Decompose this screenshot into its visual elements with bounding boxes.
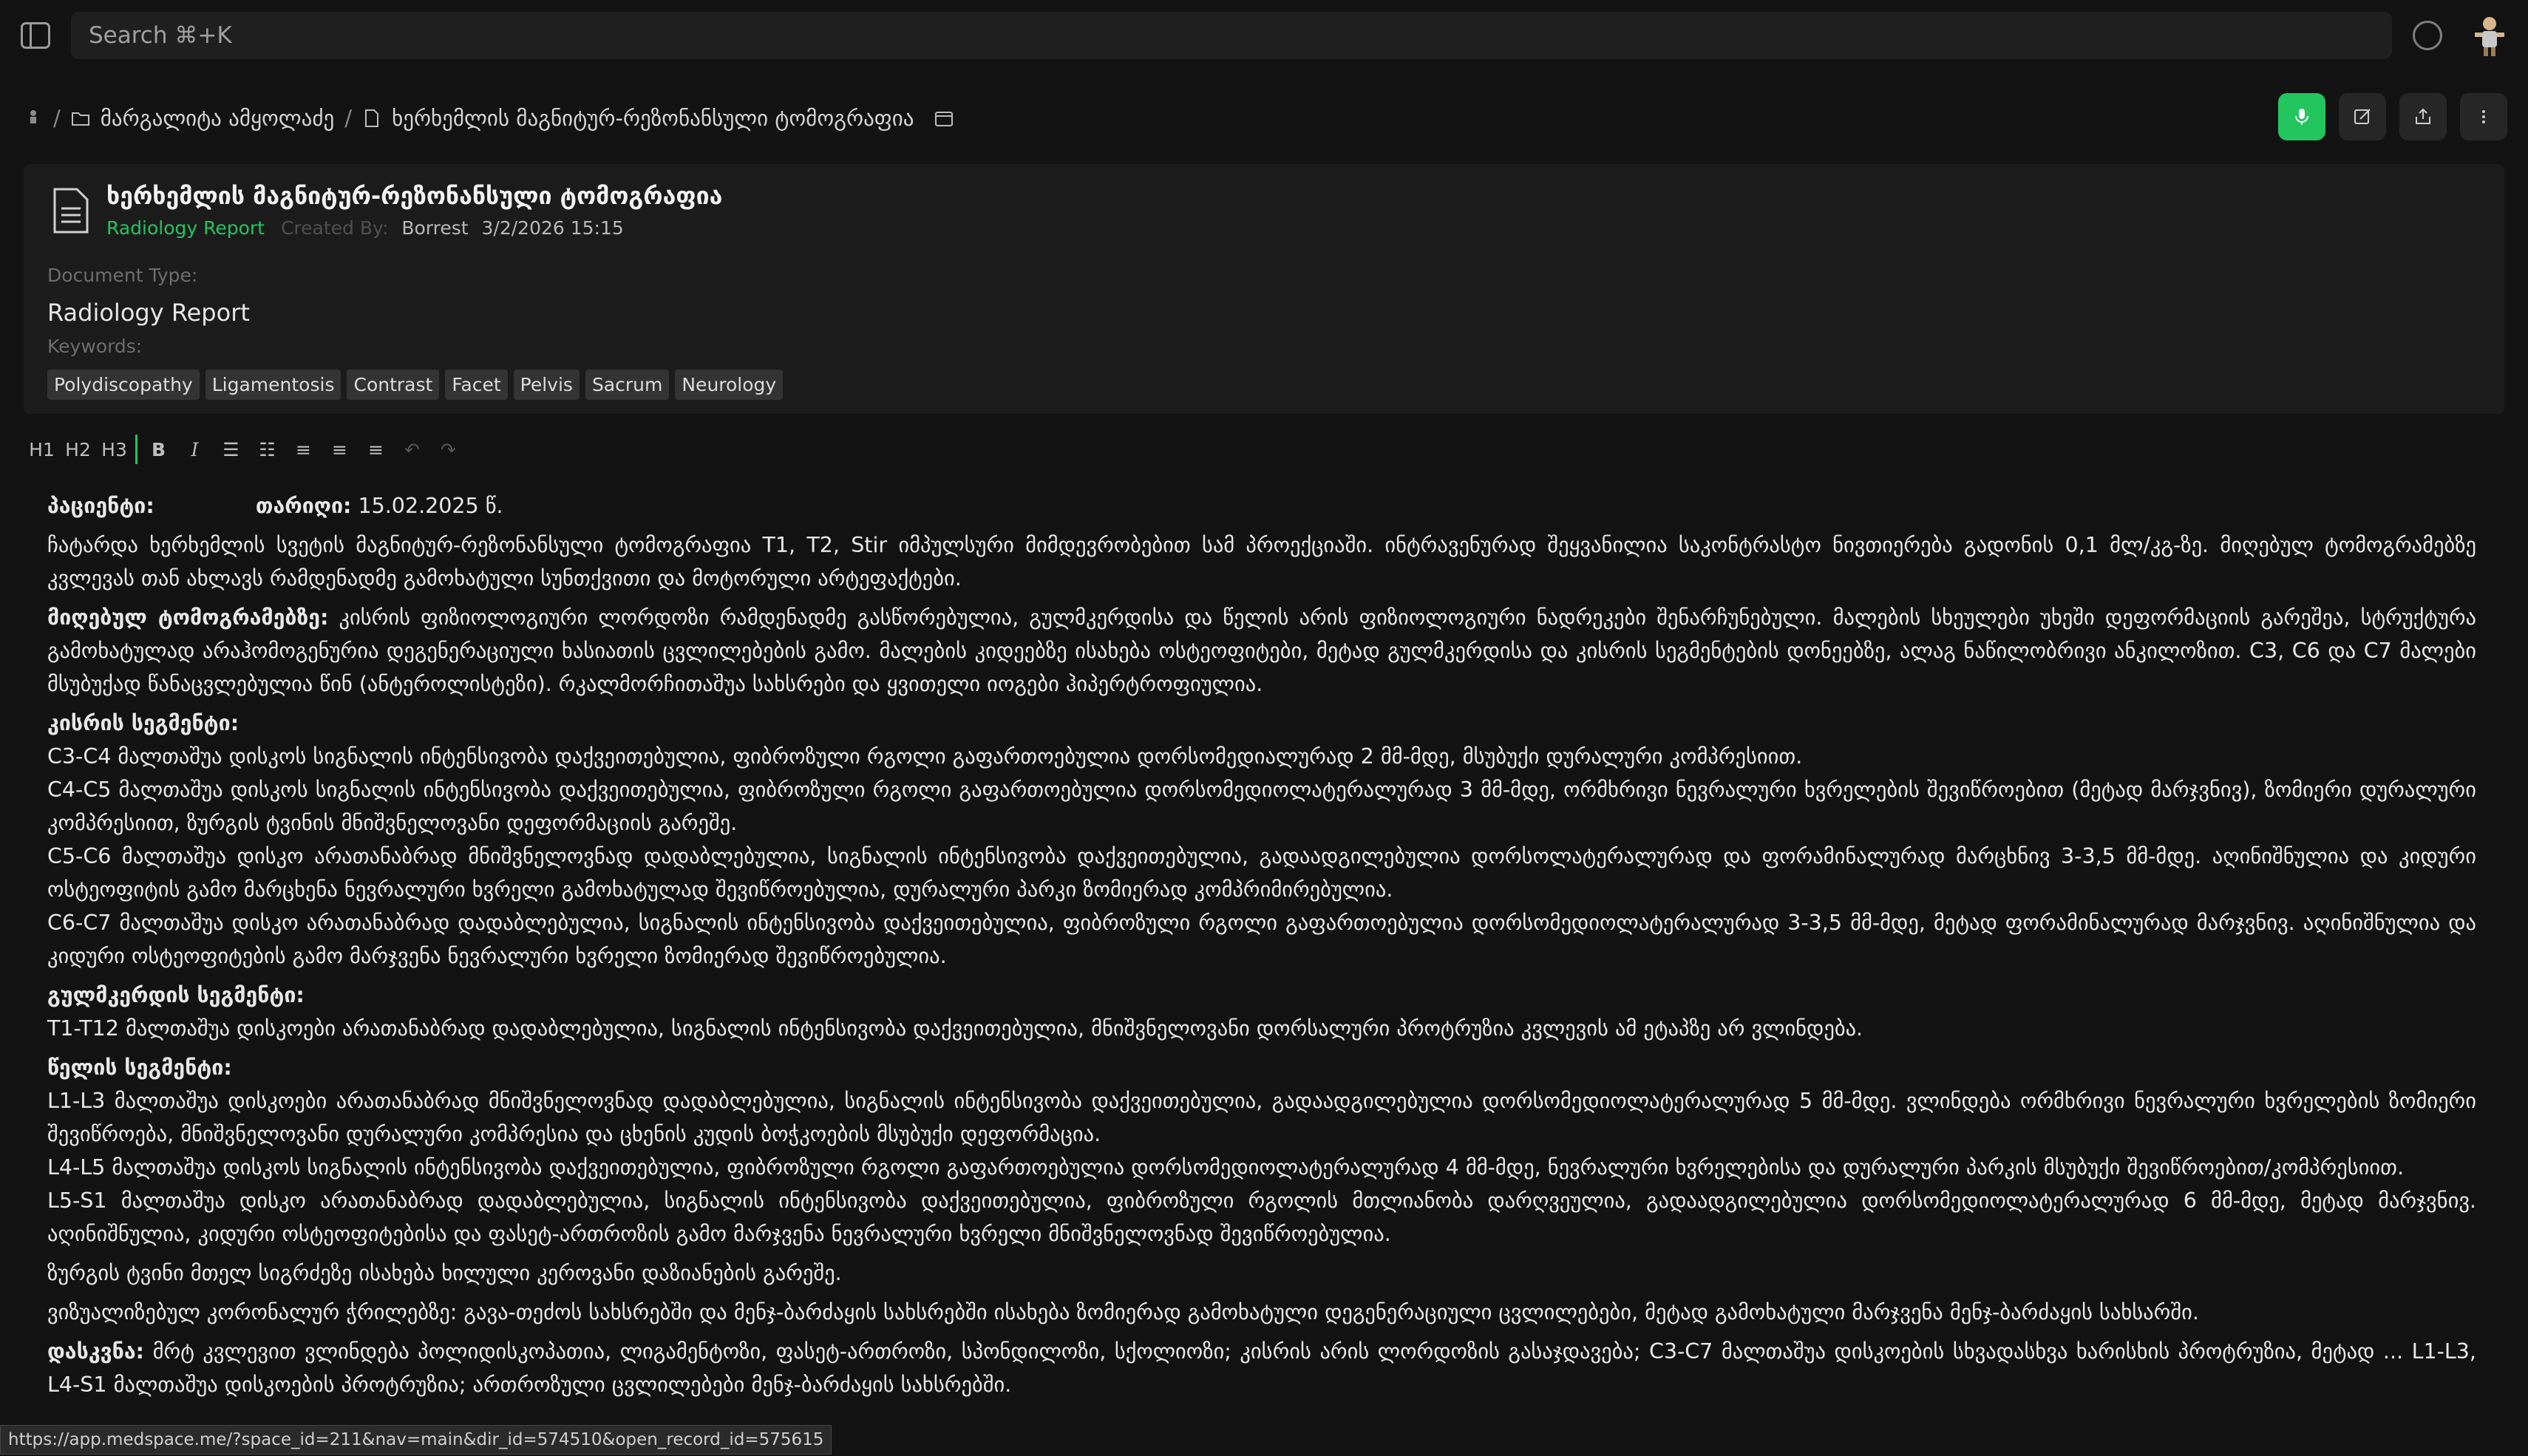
toolbar-cursor — [135, 435, 137, 464]
thoracic-item: T1-T12 მალთაშუა დისკოები არათანაბრად დად… — [47, 1016, 1863, 1041]
editor-toolbar: H1 H2 H3 B I ☰ ☷ ≡ ≡ ≡ ↶ ↷ — [24, 427, 2504, 472]
tomo-text: კისრის ფიზიოლოგიური ლორდოზი რამდენადმე გ… — [47, 605, 2476, 696]
keyword-tag[interactable]: Ligamentosis — [205, 370, 342, 400]
thoracic-heading: გულმკერდის სეგმენტი: — [47, 983, 305, 1007]
breadcrumb-document[interactable]: ხერხემლის მაგნიტურ-რეზონანსული ტომოგრაფი… — [392, 106, 914, 131]
document-title[interactable]: ხერხემლის მაგნიტურ-რეზონანსული ტომოგრაფი… — [106, 182, 722, 210]
person-icon[interactable] — [24, 109, 43, 128]
date-value: 15.02.2025 წ. — [351, 494, 503, 518]
breadcrumb-folder[interactable]: მარგალიტა ამყოლაძე — [101, 106, 335, 131]
breadcrumb-separator: / — [344, 106, 353, 131]
lumbar-item: L5-S1 მალთაშუა დისკო არათანაბრად დადაბლე… — [47, 1188, 2476, 1246]
cervical-item: C3-C4 მალთაშუა დისკოს სიგნალის ინტენსივო… — [47, 744, 1803, 769]
cervical-item: C6-C7 მალთაშუა დისკო არათანაბრად დადაბლე… — [47, 911, 2476, 968]
heading3-button[interactable]: H3 — [96, 439, 132, 460]
keywords-label: Keywords: — [47, 336, 143, 357]
search-placeholder: Search ⌘+K — [89, 22, 232, 49]
conclusion-paragraph: დასკვნა: მრტ კვლევით ვლინდება პოლიდისკოპ… — [47, 1335, 2476, 1401]
edit-button[interactable] — [2339, 93, 2386, 140]
document-icon — [365, 109, 379, 127]
document-type-label: Document Type: — [47, 265, 198, 286]
conclusion-text: მრტ კვლევით ვლინდება პოლიდისკოპათია, ლიგ… — [47, 1339, 2476, 1397]
align-center-icon[interactable]: ≡ — [322, 439, 358, 460]
keyword-tag[interactable]: Pelvis — [513, 370, 580, 400]
breadcrumb: / მარგალიტა ამყოლაძე / ხერხემლის მაგნიტუ… — [24, 102, 954, 135]
cervical-item: C4-C5 მალთაშუა დისკოს სიგნალის ინტენსივო… — [47, 778, 2476, 835]
created-by-label: Created By: — [280, 217, 389, 239]
keyword-tag[interactable]: Neurology — [675, 370, 784, 400]
more-options-button[interactable] — [2460, 93, 2507, 140]
folder-icon — [71, 112, 89, 126]
keywords-list: Polydiscopathy Ligamentosis Contrast Fac… — [47, 370, 784, 400]
status-url: https://app.medspace.me/?space_id=211&na… — [0, 1425, 832, 1455]
intro-paragraph: ჩატარდა ხერხემლის სვეტის მაგნიტურ-რეზონა… — [47, 533, 2476, 591]
microphone-icon — [2295, 109, 2308, 125]
spinal-cord-paragraph: ზურგის ტვინი მთელ სიგრძეზე ისახება ხილულ… — [47, 1261, 842, 1285]
share-button[interactable] — [2399, 93, 2447, 140]
tomo-paragraph: მიღებულ ტომოგრამებზე: კისრის ფიზიოლოგიურ… — [47, 601, 2476, 701]
keyword-tag[interactable]: Sacrum — [585, 370, 670, 400]
search-input[interactable]: Search ⌘+K — [71, 12, 2392, 59]
calendar-icon[interactable] — [934, 109, 954, 128]
avatar[interactable] — [2469, 13, 2510, 58]
cervical-item: C5-C6 მალთაშუა დისკო არათანაბრად მნიშვნე… — [47, 844, 2476, 902]
document-icon — [53, 188, 89, 234]
date-label: თარიღი: — [255, 494, 352, 518]
italic-button[interactable]: I — [177, 439, 213, 460]
heading1-button[interactable]: H1 — [24, 439, 60, 460]
undo-icon[interactable]: ↶ — [394, 439, 430, 460]
bold-button[interactable]: B — [140, 439, 177, 460]
document-type-badge: Radiology Report — [106, 217, 265, 239]
microphone-button[interactable] — [2278, 93, 2325, 140]
lumbar-item: L4-L5 მალთაშუა დისკოს სიგნალის ინტენსივო… — [47, 1155, 2405, 1180]
share-icon — [2416, 108, 2430, 124]
document-type-value: Radiology Report — [47, 299, 250, 327]
keyword-tag[interactable]: Contrast — [347, 370, 440, 400]
bullet-list-icon[interactable]: ☰ — [213, 439, 249, 460]
sidebar-toggle-icon[interactable] — [21, 22, 50, 49]
created-at: 3/2/2026 15:15 — [481, 217, 624, 239]
created-by-value: Borrest — [401, 217, 469, 239]
top-bar: Search ⌘+K — [0, 0, 2528, 71]
document-actions — [2278, 93, 2507, 140]
heading2-button[interactable]: H2 — [60, 439, 96, 460]
chat-icon[interactable] — [2413, 21, 2442, 50]
patient-label: პაციენტი: — [47, 494, 154, 518]
sacroiliac-paragraph: ვიზუალიზებულ კორონალურ ჭრილებზე: გავა-თე… — [47, 1300, 2199, 1324]
document-header-card: ხერხემლის მაგნიტურ-რეზონანსული ტომოგრაფი… — [24, 164, 2504, 414]
conclusion-heading: დასკვნა: — [47, 1339, 145, 1364]
patient-line: პაციენტი: თარიღი: 15.02.2025 წ. — [47, 489, 2476, 523]
tomo-heading: მიღებულ ტომოგრამებზე: — [47, 605, 329, 630]
report-editor[interactable]: პაციენტი: თარიღი: 15.02.2025 წ. ჩატარდა … — [47, 489, 2476, 1407]
align-left-icon[interactable]: ≡ — [285, 439, 322, 460]
cervical-heading: კისრის სეგმენტი: — [47, 711, 239, 735]
redo-icon[interactable]: ↷ — [430, 439, 466, 460]
more-vertical-icon — [2482, 110, 2485, 123]
document-meta: Radiology Report Created By: Borrest 3/2… — [106, 217, 624, 239]
align-right-icon[interactable]: ≡ — [358, 439, 394, 460]
lumbar-item: L1-L3 მალთაშუა დისკოები არათანაბრად მნიშ… — [47, 1089, 2476, 1146]
lumbar-heading: წელის სეგმენტი: — [47, 1055, 232, 1080]
edit-icon — [2354, 109, 2371, 124]
breadcrumb-separator: / — [53, 106, 61, 131]
keyword-tag[interactable]: Polydiscopathy — [47, 370, 200, 400]
ordered-list-icon[interactable]: ☷ — [249, 439, 285, 460]
keyword-tag[interactable]: Facet — [445, 370, 508, 400]
